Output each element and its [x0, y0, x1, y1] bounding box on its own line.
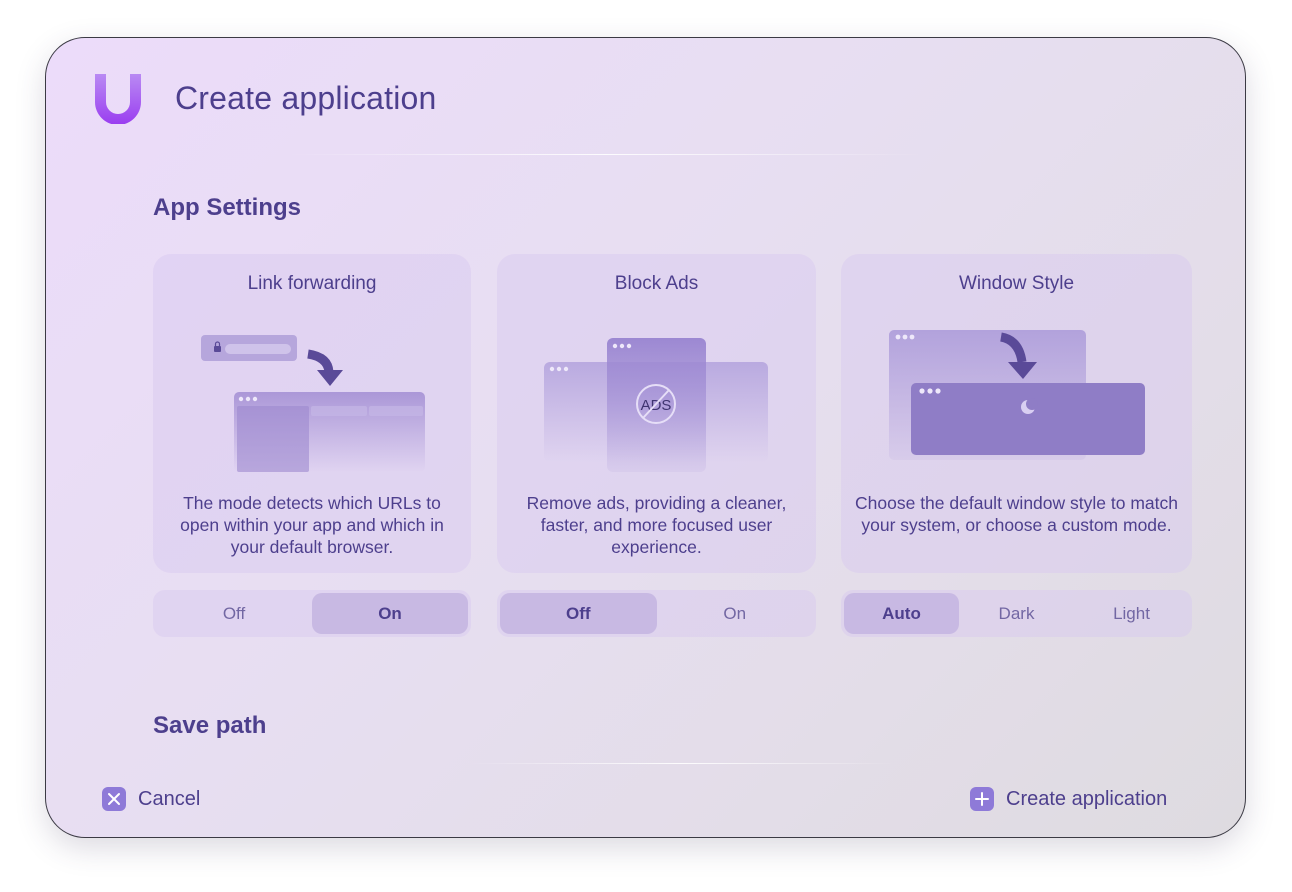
header-divider	[286, 154, 925, 155]
card-description: Choose the default window style to match…	[855, 493, 1178, 535]
option-on[interactable]: On	[657, 593, 814, 634]
card-title: Window Style	[958, 273, 1075, 294]
section-title-app-settings: App Settings	[153, 194, 301, 221]
card-window-style: Window Style Choose the default window s…	[841, 254, 1192, 573]
card-block-ads: Block Ads ADS Remove ads, providing a cl…	[497, 254, 816, 573]
option-light[interactable]: Light	[1074, 593, 1189, 634]
curved-arrow-icon	[307, 349, 343, 386]
section-title-save-path: Save path	[153, 712, 267, 739]
window-style-selector: Auto Dark Light	[841, 590, 1192, 637]
option-on[interactable]: On	[312, 593, 468, 634]
close-icon	[102, 787, 126, 811]
card-link-forwarding: Link forwarding The mode detects which U…	[153, 254, 471, 573]
create-label: Create application	[1006, 787, 1168, 810]
card-title: Block Ads	[614, 273, 699, 294]
link-forwarding-toggle: Off On	[153, 590, 471, 637]
card-description: Remove ads, providing a cleaner, faster,…	[526, 493, 787, 557]
page-title: Create application	[175, 80, 437, 116]
footer-divider	[466, 763, 895, 764]
option-dark[interactable]: Dark	[959, 593, 1074, 634]
block-ads-illustration: ADS	[544, 338, 768, 472]
ads-label: ADS	[641, 397, 672, 414]
card-title: Link forwarding	[247, 273, 377, 294]
option-off[interactable]: Off	[156, 593, 312, 634]
create-application-dialog: Create application App Settings Link for…	[45, 37, 1246, 838]
block-ads-toggle: Off On	[497, 590, 816, 637]
window-style-illustration	[889, 330, 1145, 460]
option-auto[interactable]: Auto	[844, 593, 959, 634]
link-forwarding-illustration	[201, 335, 425, 472]
card-description: The mode detects which URLs to open with…	[180, 493, 444, 557]
cancel-button[interactable]: Cancel	[102, 787, 200, 811]
app-logo-icon	[95, 74, 141, 124]
create-application-button[interactable]: Create application	[970, 787, 1167, 811]
plus-icon	[970, 787, 994, 811]
option-off[interactable]: Off	[500, 593, 657, 634]
cancel-label: Cancel	[138, 787, 201, 810]
